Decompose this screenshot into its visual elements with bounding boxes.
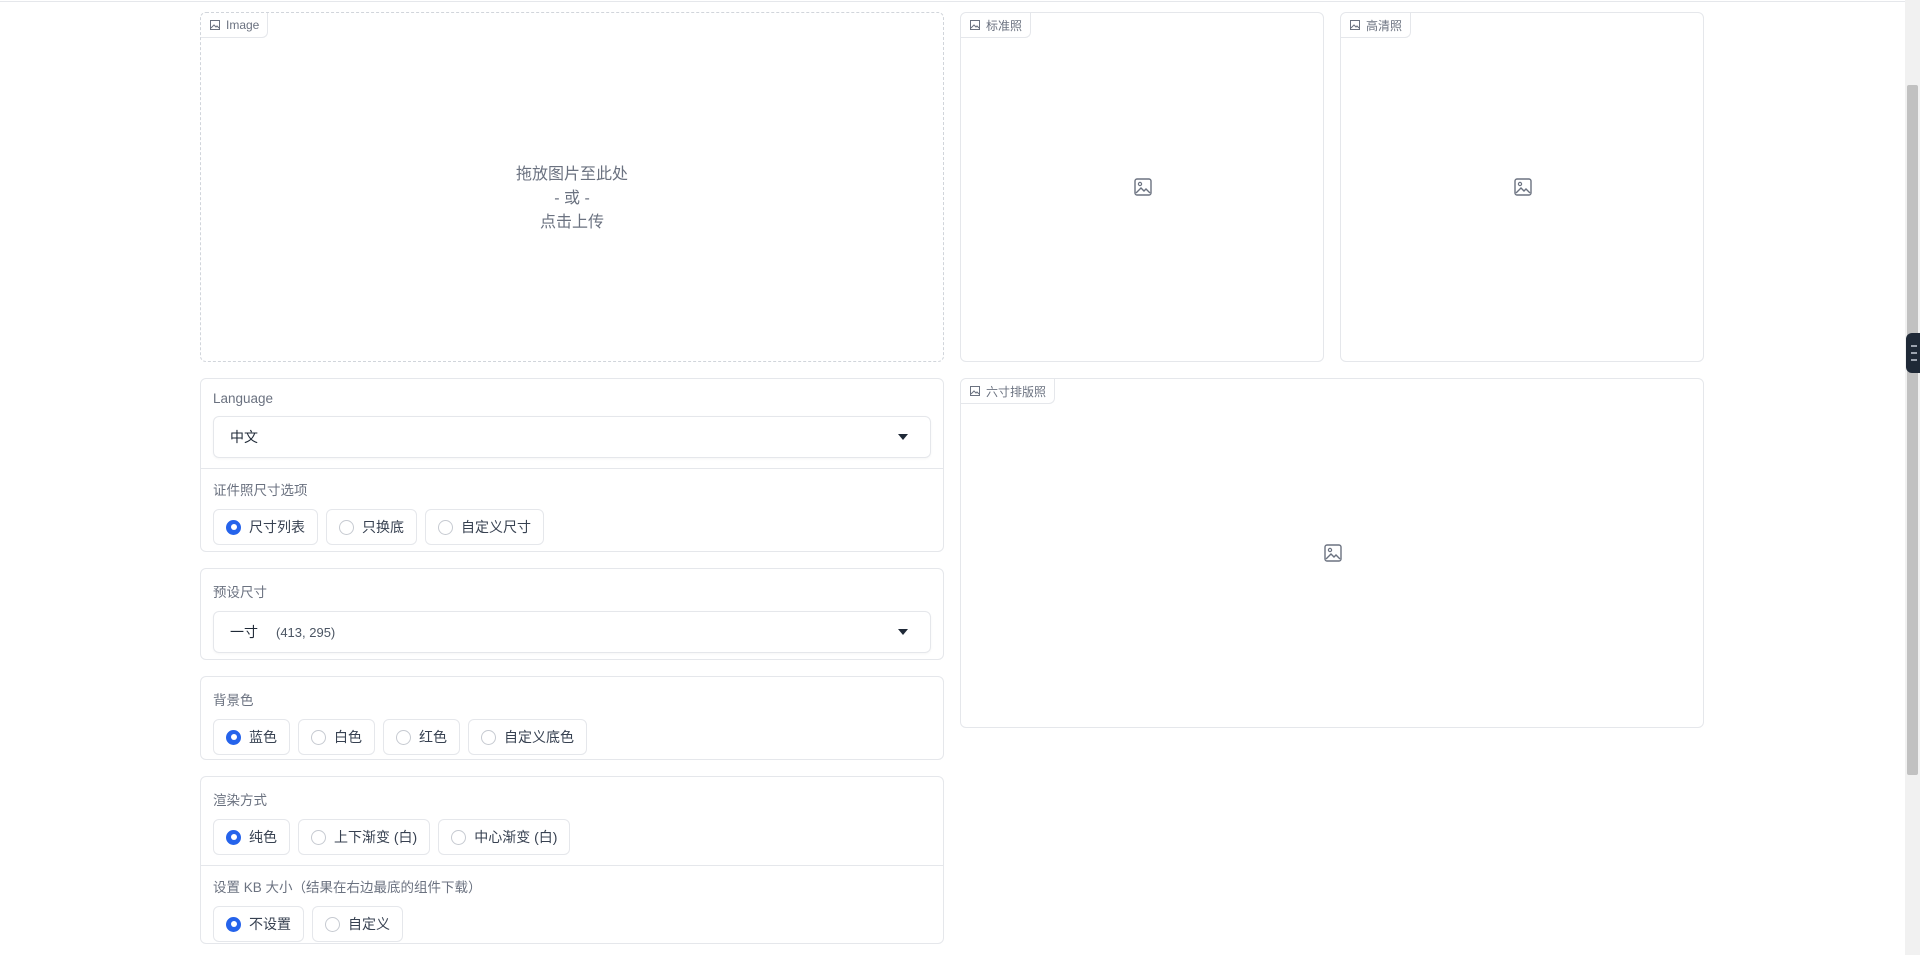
preset-size-label: 预设尺寸 [213, 585, 267, 600]
language-label: Language [213, 391, 274, 406]
radio-label: 白色 [334, 729, 362, 745]
language-value: 中文 [230, 429, 258, 445]
size-option-label: 证件照尺寸选项 [213, 483, 308, 498]
radio-dot [339, 519, 354, 535]
radio-dot [311, 729, 326, 745]
hd-photo-label: 高清照 [1366, 18, 1403, 33]
background-color-group: 蓝色 白色 红色 自定义底色 [213, 719, 931, 755]
kb-size-group: 不设置 自定义 [213, 906, 931, 942]
radio-dot [451, 829, 467, 845]
language-dropdown[interactable]: 中文 [213, 416, 931, 458]
click-upload-text: 点击上传 [539, 214, 604, 231]
upload-instructions: 拖放图片至此处 - 或 - 点击上传 [201, 163, 943, 235]
radio-label: 不设置 [249, 916, 291, 932]
side-panel-handle[interactable] [1906, 333, 1920, 373]
render-mode-row: 渲染方式 纯色 上下渐变 (白) 中心渐变 (白) [201, 777, 943, 865]
radio-label: 纯色 [249, 829, 277, 845]
radio-custom-size[interactable]: 自定义尺寸 [425, 509, 544, 545]
background-color-label: 背景色 [213, 693, 254, 708]
image-icon [210, 20, 220, 30]
background-color-panel: 背景色 蓝色 白色 红色 自定义底色 [200, 676, 944, 760]
radio-size-list[interactable]: 尺寸列表 [213, 509, 318, 545]
handle-line [1911, 345, 1917, 347]
handle-line [1911, 352, 1917, 354]
image-icon [1350, 20, 1360, 30]
radio-change-bg-only[interactable]: 只换底 [326, 509, 417, 545]
drop-text: 拖放图片至此处 [515, 166, 628, 183]
image-tag: Image [201, 13, 269, 38]
image-icon [970, 20, 980, 30]
layout-photo-label: 六寸排版照 [986, 384, 1047, 399]
radio-dot [396, 729, 411, 745]
standard-photo-label: 标准照 [986, 18, 1023, 33]
radio-dot [325, 916, 340, 932]
radio-no-setting[interactable]: 不设置 [213, 906, 304, 942]
preset-size-row: 预设尺寸 一寸 (413, 295) [201, 569, 943, 663]
or-text: - 或 - [554, 190, 590, 207]
size-option-group: 尺寸列表 只换底 自定义尺寸 [213, 509, 931, 545]
radio-red[interactable]: 红色 [383, 719, 460, 755]
kb-size-row: 设置 KB 大小（结果在右边最底的组件下载） 不设置 自定义 [201, 866, 943, 952]
preset-size-dims: (413, 295) [276, 624, 336, 640]
standard-photo-tag: 标准照 [961, 13, 1032, 38]
radio-label: 中心渐变 (白) [474, 829, 558, 845]
radio-dot [311, 829, 326, 845]
scrollbar-thumb[interactable] [1907, 85, 1918, 775]
radio-center-gradient[interactable]: 中心渐变 (白) [438, 819, 571, 855]
language-size-panel: Language 中文 证件照尺寸选项 尺寸列表 只换底 自定义尺寸 [200, 378, 944, 552]
radio-dot [226, 916, 241, 932]
caret-down-icon [898, 629, 908, 635]
image-upload-area[interactable]: Image 拖放图片至此处 - 或 - 点击上传 [200, 12, 944, 362]
layout-photo-tag: 六寸排版照 [961, 379, 1056, 404]
render-kb-panel: 渲染方式 纯色 上下渐变 (白) 中心渐变 (白) 设置 KB 大小（结果在右边… [200, 776, 944, 944]
hd-photo-tag: 高清照 [1341, 13, 1412, 38]
layout-photo-panel: 六寸排版照 [960, 378, 1704, 728]
radio-label: 自定义 [348, 916, 390, 932]
top-divider [0, 0, 1905, 2]
language-row: Language 中文 [201, 379, 943, 468]
radio-dot [226, 829, 241, 845]
render-mode-group: 纯色 上下渐变 (白) 中心渐变 (白) [213, 819, 931, 855]
radio-label: 蓝色 [249, 729, 277, 745]
radio-label: 自定义尺寸 [461, 519, 531, 535]
radio-label: 上下渐变 (白) [334, 829, 418, 845]
radio-solid[interactable]: 纯色 [213, 819, 290, 855]
image-placeholder-icon [1513, 177, 1533, 197]
radio-dot [226, 729, 241, 745]
radio-dot [481, 729, 496, 745]
size-option-row: 证件照尺寸选项 尺寸列表 只换底 自定义尺寸 [201, 469, 943, 555]
radio-blue[interactable]: 蓝色 [213, 719, 290, 755]
background-color-row: 背景色 蓝色 白色 红色 自定义底色 [201, 677, 943, 765]
image-icon [970, 386, 980, 396]
radio-vertical-gradient[interactable]: 上下渐变 (白) [298, 819, 431, 855]
preset-size-panel: 预设尺寸 一寸 (413, 295) [200, 568, 944, 660]
image-placeholder-icon [1323, 543, 1343, 563]
radio-custom-kb[interactable]: 自定义 [312, 906, 403, 942]
radio-label: 红色 [419, 729, 447, 745]
standard-photo-panel: 标准照 [960, 12, 1324, 362]
preset-size-dropdown[interactable]: 一寸 (413, 295) [213, 611, 931, 653]
image-placeholder-icon [1133, 177, 1153, 197]
radio-custom-color[interactable]: 自定义底色 [468, 719, 587, 755]
image-tag-label: Image [226, 18, 260, 32]
handle-line [1911, 359, 1917, 361]
radio-white[interactable]: 白色 [298, 719, 375, 755]
caret-down-icon [898, 434, 908, 440]
radio-dot [226, 519, 241, 535]
radio-label: 尺寸列表 [249, 519, 305, 535]
radio-dot [438, 519, 453, 535]
kb-size-label: 设置 KB 大小（结果在右边最底的组件下载） [213, 880, 482, 895]
hd-photo-panel: 高清照 [1340, 12, 1704, 362]
radio-label: 只换底 [362, 519, 404, 535]
preset-size-name: 一寸 [230, 624, 258, 640]
render-mode-label: 渲染方式 [213, 793, 267, 808]
radio-label: 自定义底色 [504, 729, 574, 745]
